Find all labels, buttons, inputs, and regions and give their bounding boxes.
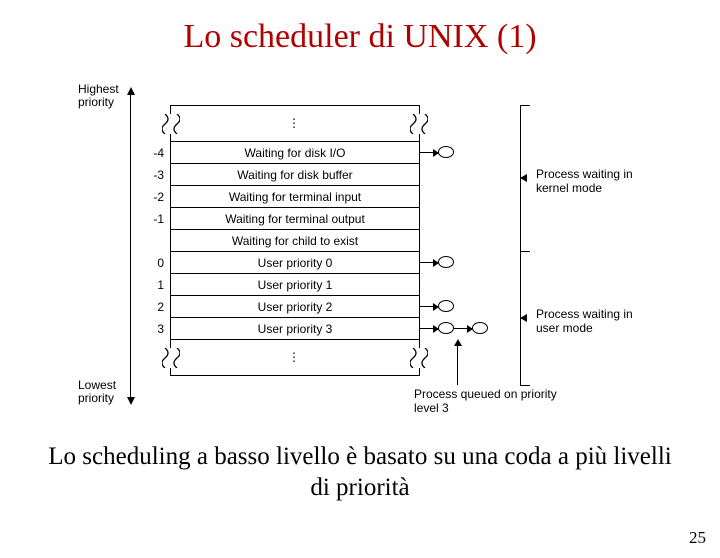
queue-link bbox=[454, 328, 472, 329]
mode-divider-axis bbox=[520, 105, 521, 385]
table-row: Waiting for disk I/O bbox=[171, 142, 419, 164]
priority-label: -1 bbox=[132, 212, 164, 226]
table-row: User priority 2 bbox=[171, 296, 419, 318]
queue-link bbox=[420, 152, 438, 153]
user-mode-label: Process waiting in user mode bbox=[536, 307, 646, 336]
priority-label: -2 bbox=[132, 190, 164, 204]
queue-link bbox=[420, 306, 438, 307]
table-gap-bottom: ⋮ bbox=[171, 340, 419, 376]
slide-title: Lo scheduler di UNIX (1) bbox=[0, 18, 720, 56]
table-row: User priority 3 bbox=[171, 318, 419, 340]
brace-tick bbox=[520, 251, 530, 252]
queue-node bbox=[438, 146, 454, 158]
table-row: Waiting for terminal output bbox=[171, 208, 419, 230]
queue-callout-arrow bbox=[457, 345, 458, 385]
lowest-priority-label: Lowestpriority bbox=[78, 379, 116, 405]
table-row: Waiting for terminal input bbox=[171, 186, 419, 208]
table-gap-top: ⋮ bbox=[171, 106, 419, 142]
priority-axis bbox=[130, 93, 131, 399]
priority-label: 2 bbox=[132, 300, 164, 314]
queue-node bbox=[472, 322, 488, 334]
queue-link bbox=[420, 328, 438, 329]
slide-caption: Lo scheduling a basso livello è basato s… bbox=[40, 441, 680, 504]
table-row: Waiting for disk buffer bbox=[171, 164, 419, 186]
page-number: 25 bbox=[689, 528, 706, 548]
kernel-mode-label: Process waiting in kernel mode bbox=[536, 167, 646, 196]
table-row: Waiting for child to exist bbox=[171, 230, 419, 252]
queue-node bbox=[438, 300, 454, 312]
priority-label: -3 bbox=[132, 168, 164, 182]
priority-label: 1 bbox=[132, 278, 164, 292]
priority-label: -4 bbox=[132, 146, 164, 160]
table-row: User priority 0 bbox=[171, 252, 419, 274]
queue-link bbox=[420, 262, 438, 263]
brace-arrow-icon bbox=[520, 314, 527, 322]
priority-label: 3 bbox=[132, 322, 164, 336]
queue-node bbox=[438, 322, 454, 334]
brace-arrow-icon bbox=[520, 174, 527, 182]
table-row: User priority 1 bbox=[171, 274, 419, 296]
brace-tick bbox=[520, 385, 530, 386]
scheduler-diagram: Highestpriority Lowestpriority -4 -3 -2 … bbox=[70, 79, 650, 419]
queue-callout-label: Process queued on priority level 3 bbox=[414, 387, 564, 416]
brace-tick bbox=[520, 105, 530, 106]
queue-node bbox=[438, 256, 454, 268]
priority-table: ⋮ Waiting for disk I/O Waiting for disk … bbox=[170, 105, 420, 376]
priority-label: 0 bbox=[132, 256, 164, 270]
highest-priority-label: Highestpriority bbox=[78, 83, 119, 109]
